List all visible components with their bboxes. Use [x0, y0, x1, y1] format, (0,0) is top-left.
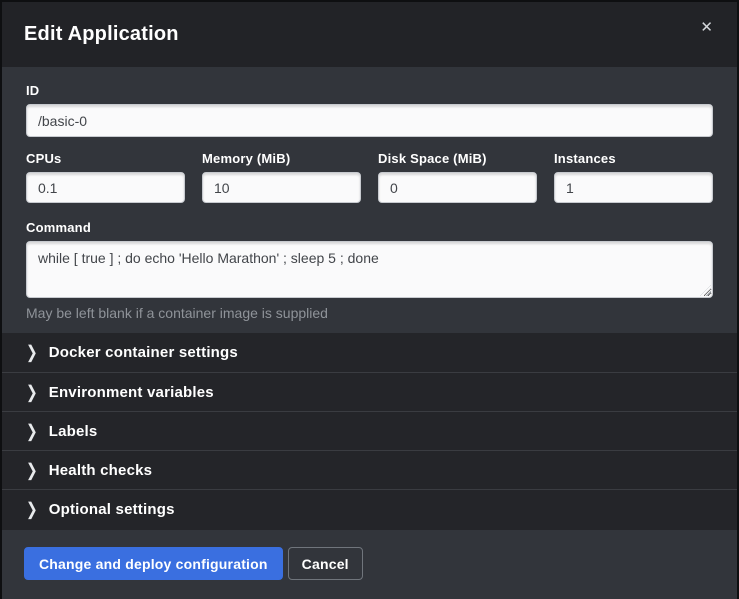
instances-field-group: Instances — [554, 151, 713, 203]
command-field-group: Command while [ true ] ; do echo 'Hello … — [26, 220, 713, 321]
disk-field-group: Disk Space (MiB) — [378, 151, 537, 203]
section-optional-settings[interactable]: ❯ Optional settings — [2, 489, 737, 528]
chevron-right-icon: ❯ — [26, 381, 38, 402]
section-label: Labels — [49, 423, 98, 440]
modal-title: Edit Application — [24, 23, 696, 46]
memory-label: Memory (MiB) — [202, 151, 361, 166]
memory-field-group: Memory (MiB) — [202, 151, 361, 203]
chevron-right-icon: ❯ — [26, 459, 38, 480]
modal-header: Edit Application ✕ — [2, 2, 737, 67]
section-label: Health checks — [49, 462, 152, 479]
section-health-checks[interactable]: ❯ Health checks — [2, 450, 737, 489]
change-and-deploy-button[interactable]: Change and deploy configuration — [24, 547, 283, 580]
id-label: ID — [26, 83, 713, 98]
memory-input[interactable] — [202, 172, 361, 203]
id-field-group: ID — [26, 83, 713, 137]
command-textarea[interactable]: while [ true ] ; do echo 'Hello Marathon… — [26, 241, 713, 298]
chevron-right-icon: ❯ — [26, 498, 38, 519]
section-labels[interactable]: ❯ Labels — [2, 411, 737, 450]
close-icon[interactable]: ✕ — [696, 16, 717, 39]
edit-application-modal: Edit Application ✕ ID CPUs Memory (MiB) … — [0, 0, 739, 599]
section-label: Environment variables — [49, 384, 214, 401]
cpus-label: CPUs — [26, 151, 185, 166]
section-environment-variables[interactable]: ❯ Environment variables — [2, 372, 737, 411]
section-label: Optional settings — [49, 501, 175, 518]
disk-label: Disk Space (MiB) — [378, 151, 537, 166]
command-label: Command — [26, 220, 713, 235]
command-help-text: May be left blank if a container image i… — [26, 305, 713, 321]
resources-row: CPUs Memory (MiB) Disk Space (MiB) Insta… — [26, 151, 713, 203]
section-label: Docker container settings — [49, 344, 238, 361]
cpus-input[interactable] — [26, 172, 185, 203]
instances-input[interactable] — [554, 172, 713, 203]
cpus-field-group: CPUs — [26, 151, 185, 203]
application-form: ID CPUs Memory (MiB) Disk Space (MiB) In… — [2, 67, 737, 333]
id-input[interactable] — [26, 104, 713, 137]
cancel-button[interactable]: Cancel — [288, 547, 363, 580]
disk-input[interactable] — [378, 172, 537, 203]
instances-label: Instances — [554, 151, 713, 166]
chevron-right-icon: ❯ — [26, 420, 38, 441]
section-docker-container-settings[interactable]: ❯ Docker container settings — [2, 333, 737, 372]
modal-footer: Change and deploy configuration Cancel — [2, 530, 737, 599]
chevron-right-icon: ❯ — [26, 342, 38, 363]
collapsible-sections: ❯ Docker container settings ❯ Environmen… — [2, 333, 737, 530]
